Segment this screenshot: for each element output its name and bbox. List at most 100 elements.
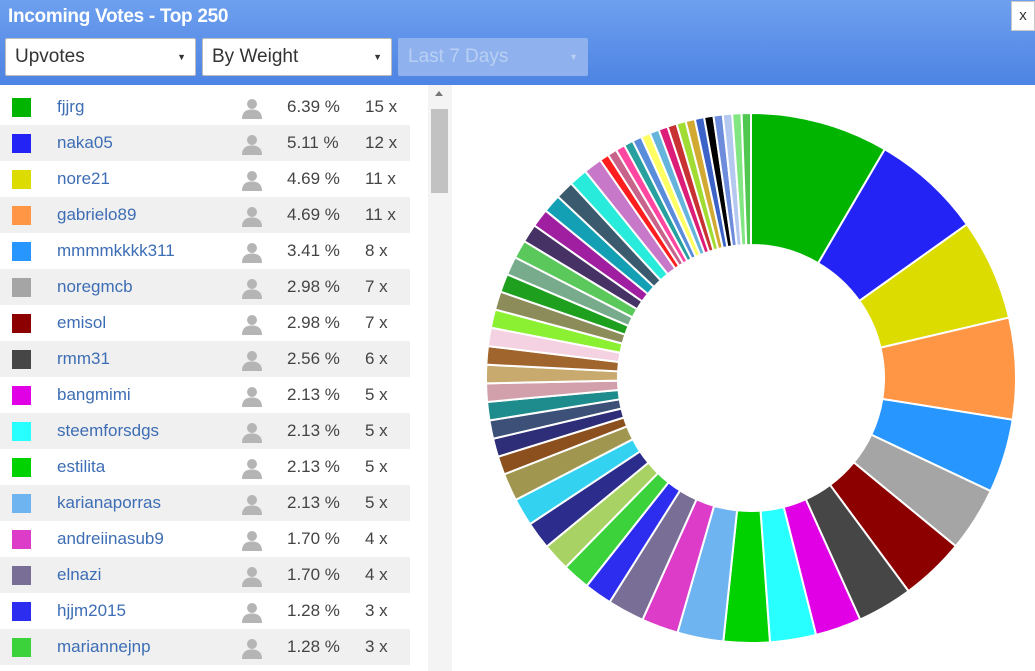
voter-name-link[interactable]: karianaporras (57, 493, 161, 513)
color-swatch (12, 602, 31, 621)
user-avatar-icon[interactable] (241, 421, 263, 443)
voter-name-link[interactable]: rmm31 (57, 349, 110, 369)
user-avatar-icon[interactable] (241, 205, 263, 227)
close-icon: x (1019, 7, 1027, 24)
sort-mode-value: By Weight (212, 46, 299, 67)
voter-name-link[interactable]: noregmcb (57, 277, 133, 297)
user-avatar-icon[interactable] (241, 385, 263, 407)
vote-type-value: Upvotes (15, 46, 85, 67)
caret-down-icon: ▼ (373, 52, 382, 62)
vote-percent: 2.98 % (287, 313, 340, 332)
vote-count: 7 x (365, 313, 388, 332)
time-range-select[interactable]: Last 7 Days ▼ (398, 38, 588, 76)
scrollbar[interactable] (428, 85, 452, 671)
list-item[interactable]: nore21 4.69 % 11 x (0, 161, 410, 197)
vote-percent: 4.69 % (287, 169, 340, 188)
list-item[interactable]: emisol 2.98 % 7 x (0, 305, 410, 341)
user-avatar-icon[interactable] (241, 601, 263, 623)
vote-percent: 1.70 % (287, 529, 340, 548)
user-avatar-icon[interactable] (241, 637, 263, 659)
voter-name-link[interactable]: gabrielo89 (57, 205, 136, 225)
vote-count: 11 x (365, 205, 396, 224)
vote-count: 4 x (365, 565, 388, 584)
voter-name-link[interactable]: mmmmkkkk311 (57, 241, 175, 261)
voter-name-link[interactable]: fjjrg (57, 97, 84, 117)
user-avatar-icon[interactable] (241, 493, 263, 515)
voter-name-link[interactable]: naka05 (57, 133, 113, 153)
vote-count: 3 x (365, 601, 388, 620)
voter-name-link[interactable]: nore21 (57, 169, 110, 189)
user-avatar-icon[interactable] (241, 133, 263, 155)
color-swatch (12, 458, 31, 477)
vote-count: 7 x (365, 277, 388, 296)
vote-percent: 5.11 % (287, 133, 339, 152)
sort-mode-select[interactable]: By Weight ▼ (202, 38, 392, 76)
voter-list: fjjrg 6.39 % 15 x naka05 5.11 % 12 x nore21 4.6… (0, 89, 410, 671)
user-avatar-icon[interactable] (241, 169, 263, 191)
color-swatch (12, 170, 31, 189)
list-item[interactable]: elnazi 1.70 % 4 x (0, 557, 410, 593)
vote-percent: 4.69 % (287, 205, 340, 224)
list-item[interactable]: karianaporras 2.13 % 5 x (0, 485, 410, 521)
list-item[interactable]: naka05 5.11 % 12 x (0, 125, 410, 161)
voter-name-link[interactable]: emisol (57, 313, 106, 333)
voter-name-link[interactable]: steemforsdgs (57, 421, 159, 441)
list-item[interactable]: rmm31 2.56 % 6 x (0, 341, 410, 377)
vote-percent: 1.28 % (287, 637, 340, 656)
voter-name-link[interactable]: andreiinasub9 (57, 529, 164, 549)
color-swatch (12, 98, 31, 117)
vote-count: 5 x (365, 457, 388, 476)
vote-type-select[interactable]: Upvotes ▼ (5, 38, 196, 76)
scrollbar-thumb[interactable] (431, 109, 448, 193)
color-swatch (12, 530, 31, 549)
list-item[interactable]: hjjm2015 1.28 % 3 x (0, 593, 410, 629)
user-avatar-icon[interactable] (241, 97, 263, 119)
color-swatch (12, 278, 31, 297)
time-range-value: Last 7 Days (408, 46, 509, 67)
vote-count: 5 x (365, 493, 388, 512)
color-swatch (12, 242, 31, 261)
close-button[interactable]: x (1011, 1, 1035, 31)
user-avatar-icon[interactable] (241, 529, 263, 551)
vote-count: 11 x (365, 169, 396, 188)
user-avatar-icon[interactable] (241, 313, 263, 335)
list-item[interactable]: andreiinasub9 1.70 % 4 x (0, 521, 410, 557)
voter-name-link[interactable]: bangmimi (57, 385, 131, 405)
vote-count: 3 x (365, 637, 388, 656)
list-item[interactable]: mariannejnp 1.28 % 3 x (0, 629, 410, 665)
color-swatch (12, 206, 31, 225)
list-item[interactable]: bangmimi 2.13 % 5 x (0, 377, 410, 413)
voter-name-link[interactable]: elnazi (57, 565, 101, 585)
color-swatch (12, 314, 31, 333)
user-avatar-icon[interactable] (241, 565, 263, 587)
color-swatch (12, 386, 31, 405)
voter-name-link[interactable]: estilita (57, 457, 105, 477)
vote-percent: 1.70 % (287, 565, 340, 584)
vote-percent: 2.13 % (287, 421, 340, 440)
vote-percent: 2.13 % (287, 457, 340, 476)
list-item[interactable]: noregmcb 2.98 % 7 x (0, 269, 410, 305)
vote-count: 8 x (365, 241, 388, 260)
list-item[interactable]: gabrielo89 4.69 % 11 x (0, 197, 410, 233)
vote-percent: 2.56 % (287, 349, 340, 368)
voter-name-link[interactable]: hjjm2015 (57, 601, 126, 621)
voter-name-link[interactable]: mariannejnp (57, 637, 151, 657)
list-item[interactable]: mmmmkkkk311 3.41 % 8 x (0, 233, 410, 269)
vote-percent: 3.41 % (287, 241, 340, 260)
list-item[interactable]: estilita 2.13 % 5 x (0, 449, 410, 485)
user-avatar-icon[interactable] (241, 457, 263, 479)
color-swatch (12, 134, 31, 153)
chart-area (456, 85, 1035, 671)
vote-count: 6 x (365, 349, 388, 368)
user-avatar-icon[interactable] (241, 277, 263, 299)
list-item[interactable]: fjjrg 6.39 % 15 x (0, 89, 410, 125)
donut-chart (485, 111, 1017, 644)
vote-count: 4 x (365, 529, 388, 548)
caret-down-icon: ▼ (177, 52, 186, 62)
list-item[interactable]: steemforsdgs 2.13 % 5 x (0, 413, 410, 449)
user-avatar-icon[interactable] (241, 241, 263, 263)
vote-percent: 2.98 % (287, 277, 340, 296)
user-avatar-icon[interactable] (241, 349, 263, 371)
arrow-up-icon[interactable] (435, 91, 443, 96)
color-swatch (12, 422, 31, 441)
